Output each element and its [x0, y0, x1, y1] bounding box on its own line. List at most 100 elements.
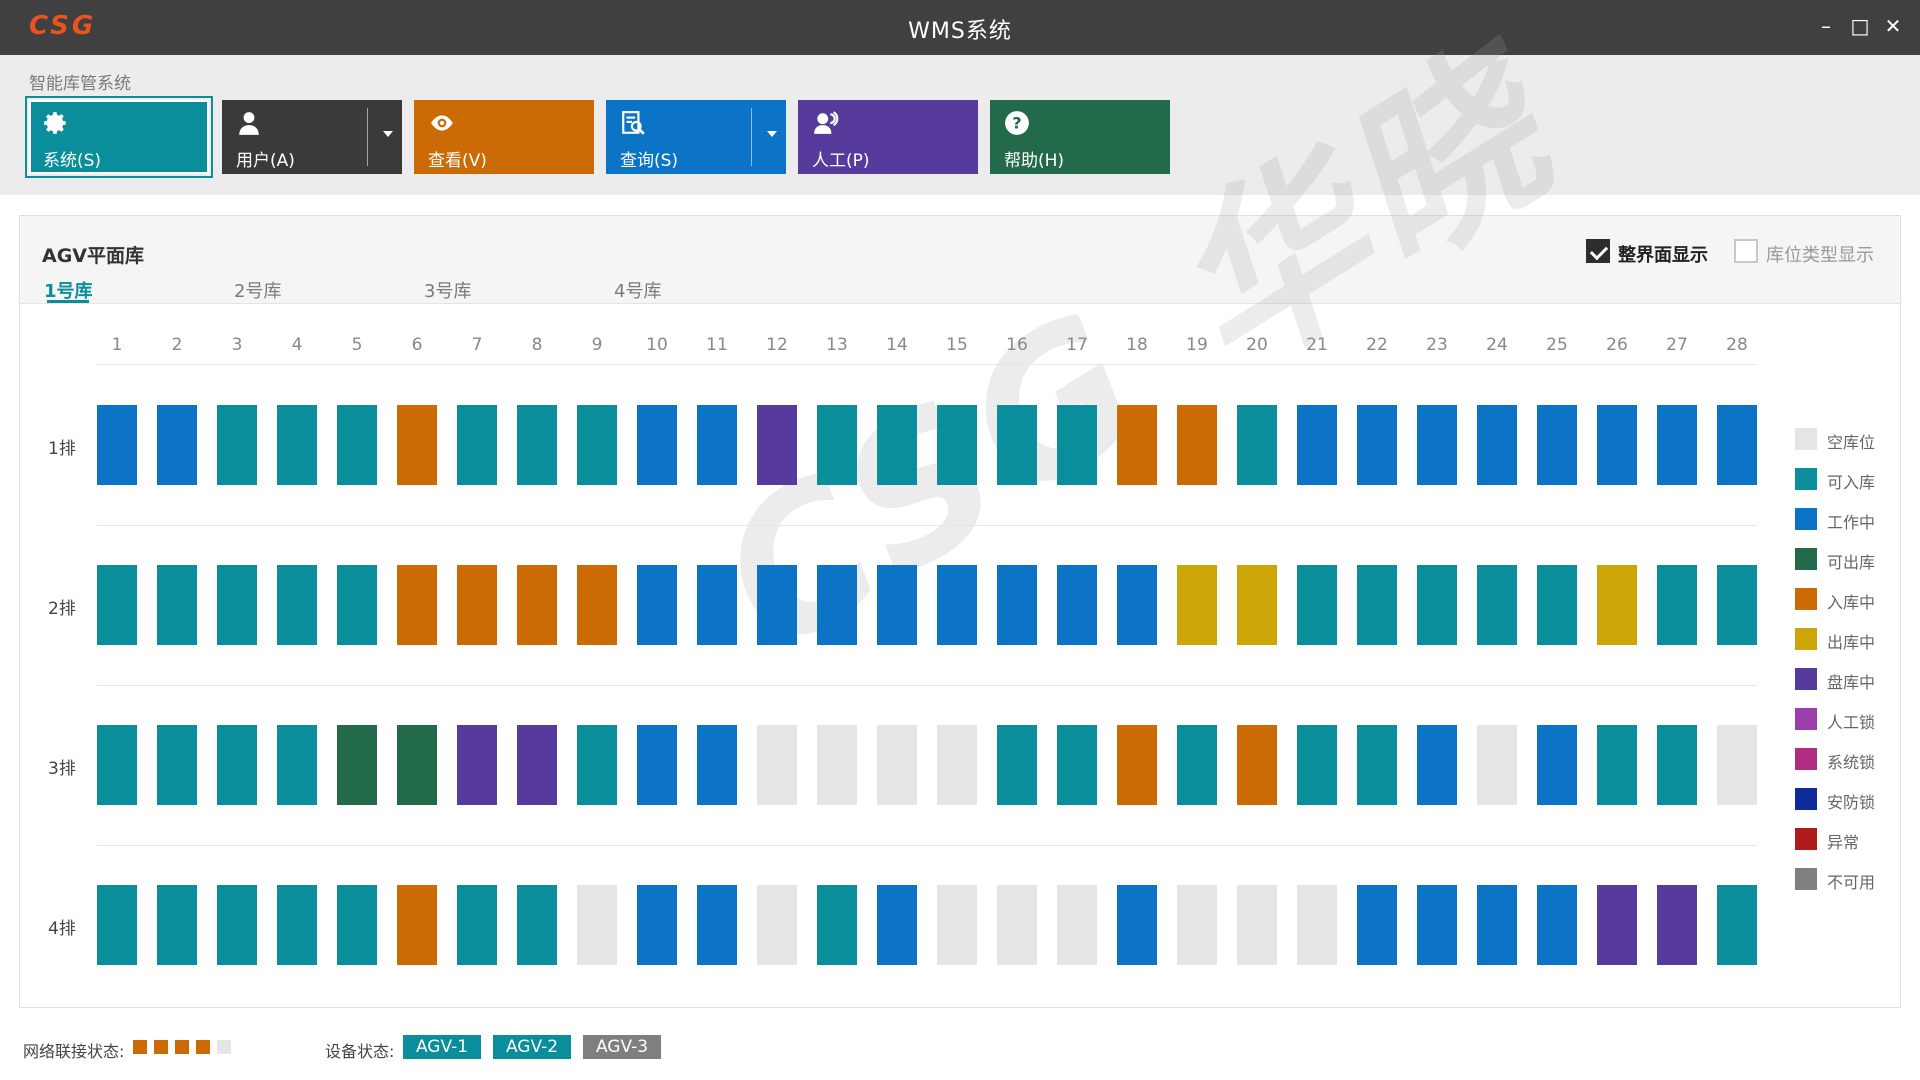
storage-slot[interactable]: [1117, 725, 1157, 805]
storage-slot[interactable]: [1357, 405, 1397, 485]
storage-slot[interactable]: [1537, 885, 1577, 965]
storage-slot[interactable]: [397, 565, 437, 645]
storage-slot[interactable]: [1597, 405, 1637, 485]
minimize-button[interactable]: –: [1814, 14, 1838, 38]
storage-slot[interactable]: [877, 405, 917, 485]
storage-slot[interactable]: [217, 405, 257, 485]
storage-slot[interactable]: [1177, 405, 1217, 485]
storage-slot[interactable]: [1057, 405, 1097, 485]
storage-slot[interactable]: [997, 405, 1037, 485]
storage-slot[interactable]: [277, 725, 317, 805]
storage-slot[interactable]: [1177, 885, 1217, 965]
storage-slot[interactable]: [157, 405, 197, 485]
storage-slot[interactable]: [817, 885, 857, 965]
storage-slot[interactable]: [277, 405, 317, 485]
storage-slot[interactable]: [757, 405, 797, 485]
storage-slot[interactable]: [997, 885, 1037, 965]
storage-slot[interactable]: [1117, 405, 1157, 485]
storage-slot[interactable]: [1717, 885, 1757, 965]
storage-slot[interactable]: [1297, 885, 1337, 965]
storage-slot[interactable]: [157, 725, 197, 805]
tab-warehouse-3[interactable]: 3号库: [424, 277, 471, 303]
ribbon-button-search-doc[interactable]: 查询(S): [606, 100, 786, 174]
storage-slot[interactable]: [997, 725, 1037, 805]
storage-slot[interactable]: [1237, 725, 1277, 805]
storage-slot[interactable]: [577, 885, 617, 965]
storage-slot[interactable]: [397, 885, 437, 965]
storage-slot[interactable]: [1477, 725, 1517, 805]
storage-slot[interactable]: [757, 885, 797, 965]
storage-slot[interactable]: [517, 565, 557, 645]
storage-slot[interactable]: [697, 565, 737, 645]
storage-slot[interactable]: [1717, 405, 1757, 485]
storage-slot[interactable]: [1117, 565, 1157, 645]
storage-slot[interactable]: [97, 725, 137, 805]
storage-slot[interactable]: [1477, 405, 1517, 485]
storage-slot[interactable]: [1237, 405, 1277, 485]
storage-slot[interactable]: [877, 885, 917, 965]
storage-slot[interactable]: [1117, 885, 1157, 965]
agv-status-badge[interactable]: AGV-2: [493, 1035, 571, 1059]
storage-slot[interactable]: [337, 885, 377, 965]
storage-slot[interactable]: [1057, 565, 1097, 645]
storage-slot[interactable]: [517, 725, 557, 805]
storage-slot[interactable]: [217, 565, 257, 645]
storage-slot[interactable]: [1597, 725, 1637, 805]
storage-slot[interactable]: [997, 565, 1037, 645]
storage-slot[interactable]: [1717, 565, 1757, 645]
storage-slot[interactable]: [457, 885, 497, 965]
storage-slot[interactable]: [877, 565, 917, 645]
dropdown-caret-icon[interactable]: [767, 131, 777, 137]
storage-slot[interactable]: [1177, 565, 1217, 645]
storage-slot[interactable]: [1597, 885, 1637, 965]
storage-slot[interactable]: [1297, 405, 1337, 485]
storage-slot[interactable]: [877, 725, 917, 805]
storage-slot[interactable]: [157, 565, 197, 645]
storage-slot[interactable]: [1537, 725, 1577, 805]
storage-slot[interactable]: [337, 725, 377, 805]
storage-slot[interactable]: [97, 885, 137, 965]
storage-slot[interactable]: [1357, 885, 1397, 965]
storage-slot[interactable]: [457, 725, 497, 805]
storage-slot[interactable]: [817, 725, 857, 805]
storage-slot[interactable]: [1537, 565, 1577, 645]
storage-slot[interactable]: [1177, 725, 1217, 805]
storage-slot[interactable]: [277, 565, 317, 645]
storage-slot[interactable]: [1297, 565, 1337, 645]
storage-slot[interactable]: [337, 565, 377, 645]
storage-slot[interactable]: [397, 405, 437, 485]
storage-slot[interactable]: [577, 725, 617, 805]
storage-slot[interactable]: [937, 885, 977, 965]
storage-slot[interactable]: [577, 405, 617, 485]
storage-slot[interactable]: [937, 565, 977, 645]
storage-slot[interactable]: [817, 405, 857, 485]
storage-slot[interactable]: [1417, 885, 1457, 965]
ribbon-button-user[interactable]: 用户(A): [222, 100, 402, 174]
storage-slot[interactable]: [1417, 725, 1457, 805]
storage-slot[interactable]: [1657, 725, 1697, 805]
storage-slot[interactable]: [1417, 565, 1457, 645]
storage-slot[interactable]: [397, 725, 437, 805]
ribbon-button-eye[interactable]: 查看(V): [414, 100, 594, 174]
storage-slot[interactable]: [1417, 405, 1457, 485]
storage-slot[interactable]: [637, 725, 677, 805]
storage-slot[interactable]: [697, 405, 737, 485]
storage-slot[interactable]: [1477, 565, 1517, 645]
tab-warehouse-4[interactable]: 4号库: [614, 277, 661, 303]
storage-slot[interactable]: [817, 565, 857, 645]
storage-slot[interactable]: [1057, 885, 1097, 965]
ribbon-button-gear[interactable]: 系统(S): [25, 96, 213, 178]
storage-slot[interactable]: [757, 565, 797, 645]
slot-type-checkbox[interactable]: [1734, 239, 1758, 263]
storage-slot[interactable]: [157, 885, 197, 965]
storage-slot[interactable]: [697, 885, 737, 965]
storage-slot[interactable]: [1537, 405, 1577, 485]
storage-slot[interactable]: [517, 885, 557, 965]
ribbon-button-help[interactable]: ? 帮助(H): [990, 100, 1170, 174]
storage-slot[interactable]: [637, 885, 677, 965]
storage-slot[interactable]: [337, 405, 377, 485]
storage-slot[interactable]: [217, 885, 257, 965]
storage-slot[interactable]: [637, 405, 677, 485]
tab-warehouse-2[interactable]: 2号库: [234, 277, 281, 303]
storage-slot[interactable]: [1357, 725, 1397, 805]
